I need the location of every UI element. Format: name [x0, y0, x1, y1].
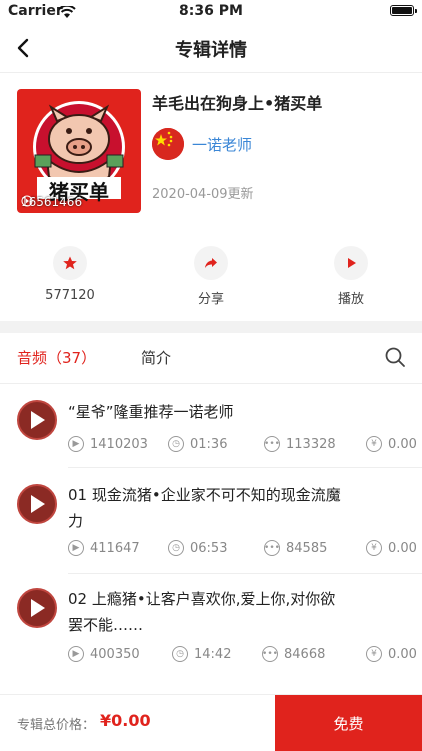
track-meta: ▶ 400350 ◷ 14:42 ••• 84668 ¥0.00	[68, 646, 422, 668]
search-button[interactable]	[384, 346, 406, 372]
tab-audio[interactable]: 音频（37）	[17, 347, 96, 368]
play-count-icon: ▶	[68, 646, 84, 662]
clock: 8:36 PM	[179, 3, 243, 19]
track-plays: 400350	[90, 646, 140, 662]
track-title: “星爷”隆重推荐一诺老师	[68, 403, 234, 421]
track-duration: 06:53	[190, 540, 228, 556]
share-label: 分享	[197, 292, 224, 307]
play-icon	[31, 495, 45, 513]
track-item[interactable]: 01 现金流猪•企业家不可不知的现金流魔力 ▶ 411647 ◷ 06:53 •••…	[0, 468, 422, 574]
track-thumbnail	[17, 588, 57, 628]
tab-bar: 音频（37） 简介	[0, 333, 422, 384]
clock-icon: ◷	[168, 436, 184, 452]
play-circle-icon	[21, 195, 33, 207]
cover-play-count: 16561466	[21, 195, 82, 209]
status-bar: Carrier 8:36 PM	[0, 0, 422, 24]
track-item[interactable]: “星爷”隆重推荐一诺老师 ▶ 1410203 ◷ 01:36 ••• 113328 ¥…	[0, 384, 422, 468]
play-label: 播放	[337, 292, 364, 307]
track-duration: 14:42	[194, 646, 232, 662]
share-button[interactable]: 分享	[166, 246, 256, 307]
play-icon	[31, 411, 45, 429]
search-icon	[385, 347, 405, 367]
clock-icon: ◷	[168, 540, 184, 556]
track-plays: 411647	[90, 540, 140, 556]
yuan-icon: ¥	[366, 646, 382, 662]
comment-icon: •••	[262, 646, 278, 662]
track-duration: 01:36	[190, 436, 228, 452]
track-title: 01 现金流猪•企业家不可不知的现金流魔力	[68, 486, 341, 530]
author-avatar	[152, 128, 184, 160]
comment-icon: •••	[264, 436, 280, 452]
total-price: ¥0.00	[100, 711, 151, 730]
track-meta: ▶ 1410203 ◷ 01:36 ••• 113328 ¥0.00	[68, 436, 422, 458]
track-comments: 113328	[286, 436, 336, 452]
track-price: 0.00	[388, 436, 417, 452]
section-divider	[0, 321, 422, 333]
comment-icon: •••	[264, 540, 280, 556]
page-title: 专辑详情	[175, 40, 247, 61]
star-icon	[63, 256, 77, 270]
track-plays: 1410203	[90, 436, 148, 452]
favorite-count: 577120	[45, 288, 95, 303]
track-meta: ▶ 411647 ◷ 06:53 ••• 84585 ¥0.00	[68, 540, 422, 562]
favorite-button[interactable]: 577120	[25, 246, 115, 303]
update-date: 2020-04-09更新	[152, 187, 254, 202]
share-icon	[205, 258, 217, 268]
tab-intro[interactable]: 简介	[141, 347, 171, 368]
play-button[interactable]: 播放	[306, 246, 396, 307]
yuan-icon: ¥	[366, 436, 382, 452]
play-icon	[348, 258, 356, 268]
album-cover[interactable]: 猪买单 16561466	[17, 89, 141, 213]
track-price: 0.00	[388, 540, 417, 556]
play-icon	[31, 599, 45, 617]
track-comments: 84668	[284, 646, 326, 662]
track-thumbnail	[17, 400, 57, 440]
purchase-bar: 专辑总价格： ¥0.00 免费	[0, 694, 422, 751]
play-count-icon: ▶	[68, 436, 84, 452]
track-comments: 84585	[286, 540, 328, 556]
track-title: 02 上瘾猪•让客户喜欢你,爱上你,对你欲罢不能……	[68, 590, 336, 634]
clock-icon: ◷	[172, 646, 188, 662]
china-flag-icon	[152, 128, 184, 160]
author-link[interactable]: 一诺老师	[152, 128, 252, 160]
battery-icon	[390, 5, 417, 16]
author-name: 一诺老师	[192, 135, 253, 154]
action-row: 577120 分享 播放	[0, 246, 422, 308]
total-price-label: 专辑总价格：	[17, 718, 96, 733]
yuan-icon: ¥	[366, 540, 382, 556]
play-count-icon: ▶	[68, 540, 84, 556]
free-button[interactable]: 免费	[275, 695, 422, 751]
track-thumbnail	[17, 484, 57, 524]
track-price: 0.00	[388, 646, 417, 662]
track-item[interactable]: 02 上瘾猪•让客户喜欢你,爱上你,对你欲罢不能…… ▶ 400350 ◷ 14:4…	[0, 574, 422, 680]
nav-bar: 专辑详情	[0, 24, 422, 73]
album-title: 羊毛出在狗身上•猪买单	[152, 94, 323, 113]
